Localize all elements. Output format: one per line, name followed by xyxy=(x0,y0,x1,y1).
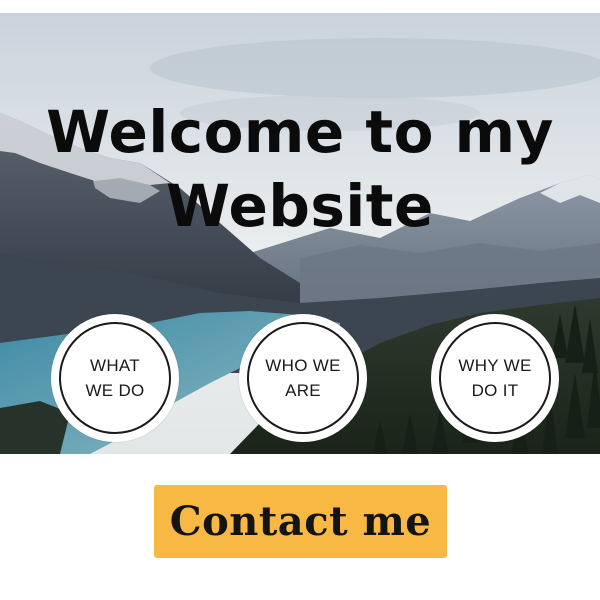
why-we-do-it-label-line-2: DO IT xyxy=(471,381,519,400)
who-we-are-button[interactable]: WHO WE ARE xyxy=(239,314,367,442)
page-title-line-1: Welcome to my xyxy=(46,98,554,166)
who-we-are-label-line-1: WHO WE xyxy=(265,356,341,375)
who-we-are-circle: WHO WE ARE xyxy=(247,322,359,434)
what-we-do-circle: WHAT WE DO xyxy=(59,322,171,434)
contact-me-label: Contact me xyxy=(169,498,432,545)
page-title-line-2: Website xyxy=(166,172,434,240)
what-we-do-label-line-1: WHAT xyxy=(90,356,140,375)
hero-banner: Welcome to my Website WHAT WE DO WHO WE … xyxy=(0,13,600,454)
why-we-do-it-label-line-1: WHY WE xyxy=(458,356,532,375)
what-we-do-label-line-2: WE DO xyxy=(85,381,145,400)
what-we-do-button[interactable]: WHAT WE DO xyxy=(51,314,179,442)
who-we-are-label-line-2: ARE xyxy=(285,381,321,400)
why-we-do-it-button[interactable]: WHY WE DO IT xyxy=(431,314,559,442)
page: Welcome to my Website WHAT WE DO WHO WE … xyxy=(0,0,600,600)
why-we-do-it-circle: WHY WE DO IT xyxy=(439,322,551,434)
contact-me-button[interactable]: Contact me xyxy=(154,485,447,558)
page-title: Welcome to my Website xyxy=(0,95,600,243)
